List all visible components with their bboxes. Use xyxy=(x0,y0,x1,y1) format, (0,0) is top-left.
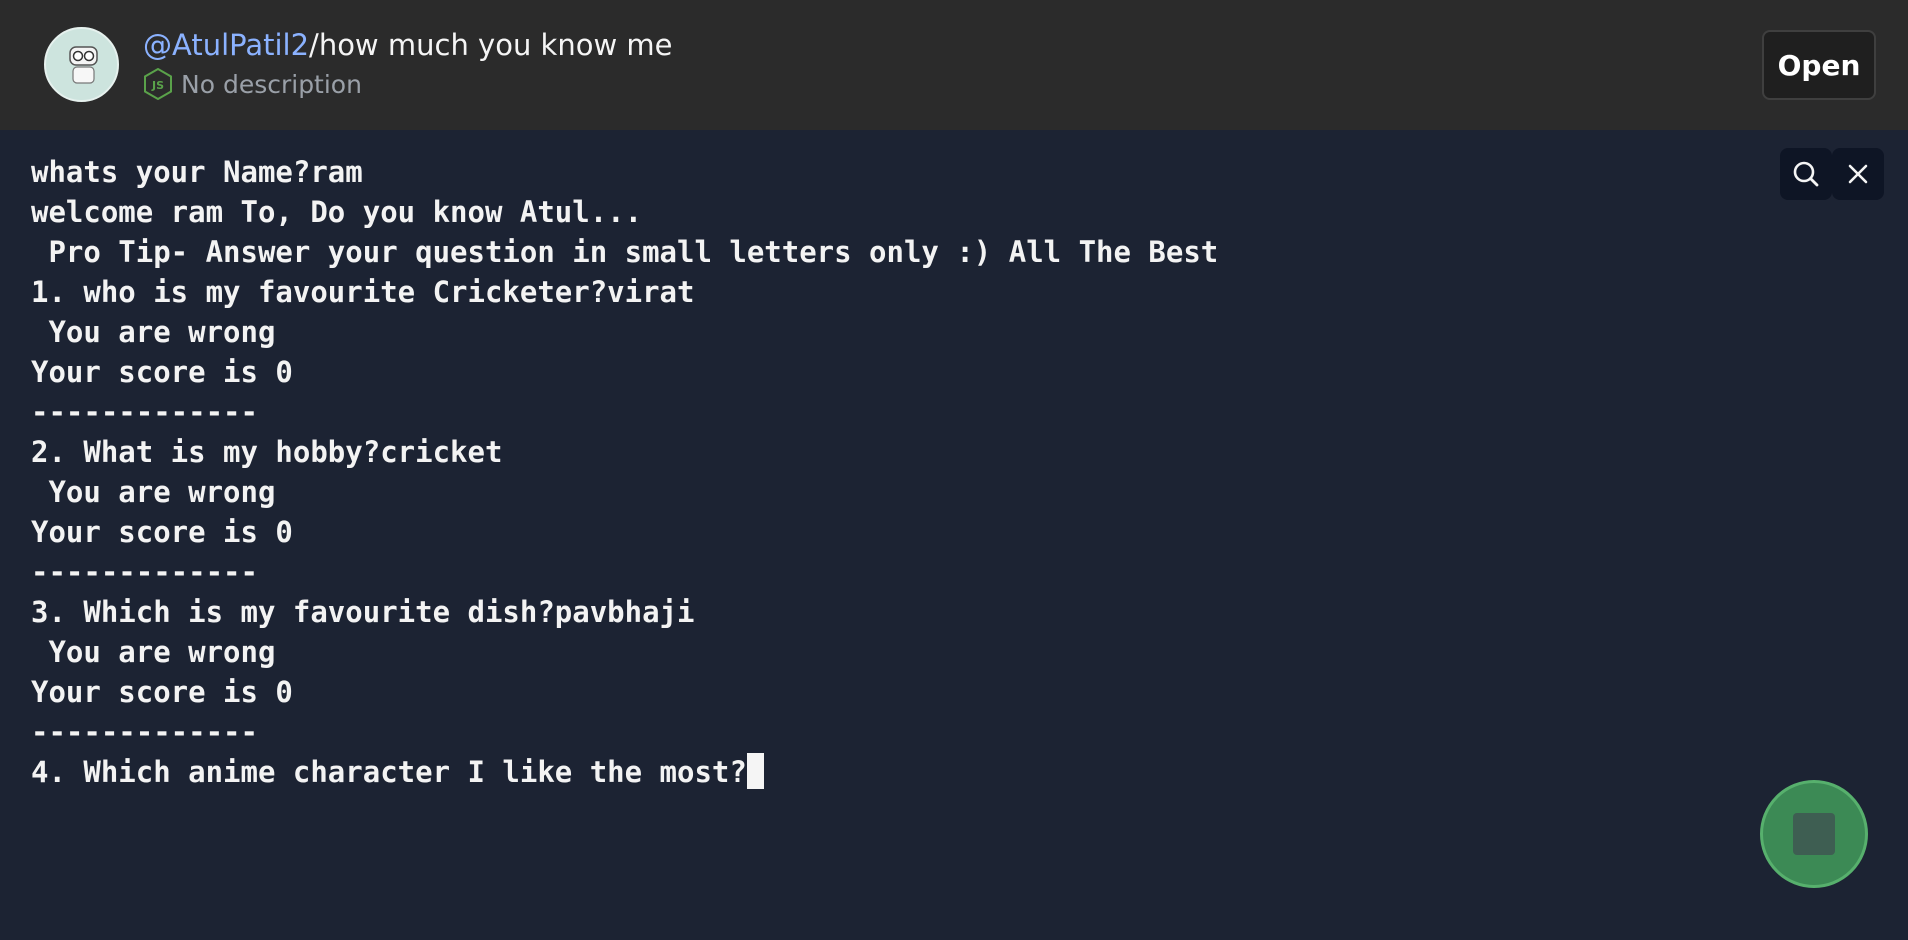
avatar[interactable] xyxy=(44,27,119,102)
console-line: ------------- xyxy=(31,395,258,429)
close-button[interactable] xyxy=(1832,148,1884,200)
console-input-line[interactable]: 4. Which anime character I like the most… xyxy=(31,752,1218,792)
console-line: You are wrong xyxy=(31,475,276,509)
stop-icon xyxy=(1793,813,1835,855)
console-line: Your score is 0 xyxy=(31,675,293,709)
console-line: ------------- xyxy=(31,715,258,749)
open-button[interactable]: Open xyxy=(1762,30,1876,100)
console-line: whats your Name?ram xyxy=(31,155,363,189)
text-cursor xyxy=(746,753,764,789)
title-separator: / xyxy=(309,28,319,62)
close-icon xyxy=(1848,164,1868,184)
description-text: No description xyxy=(181,69,362,99)
search-icon xyxy=(1793,161,1819,187)
console-line: 2. What is my hobby?cricket xyxy=(31,435,503,469)
repl-description: JS No description xyxy=(143,68,362,100)
robot-avatar-icon xyxy=(69,46,98,84)
search-button[interactable] xyxy=(1780,148,1832,200)
svg-text:JS: JS xyxy=(151,79,164,92)
repl-title: @AtulPatil2/how much you know me xyxy=(143,28,673,62)
console-lines: whats your Name?ram welcome ram To, Do y… xyxy=(31,152,1218,792)
owner-link[interactable]: @AtulPatil2 xyxy=(143,28,309,62)
console-output[interactable]: whats your Name?ram welcome ram To, Do y… xyxy=(0,130,1908,940)
console-line: You are wrong xyxy=(31,315,276,349)
repl-name: how much you know me xyxy=(318,28,673,62)
console-prompt: 4. Which anime character I like the most… xyxy=(31,755,747,789)
console-line: Your score is 0 xyxy=(31,515,293,549)
console-line: 3. Which is my favourite dish?pavbhaji xyxy=(31,595,695,629)
nodejs-icon: JS xyxy=(144,68,172,100)
stop-button[interactable] xyxy=(1760,780,1868,888)
console-line: welcome ram To, Do you know Atul... xyxy=(31,195,643,229)
console-line: ------------- xyxy=(31,555,258,589)
repl-header: @AtulPatil2/how much you know me JS No d… xyxy=(0,0,1908,130)
console-line: Your score is 0 xyxy=(31,355,293,389)
console-line: 1. who is my favourite Cricketer?virat xyxy=(31,275,695,309)
console-line: Pro Tip- Answer your question in small l… xyxy=(31,235,1219,269)
console-line: You are wrong xyxy=(31,635,276,669)
